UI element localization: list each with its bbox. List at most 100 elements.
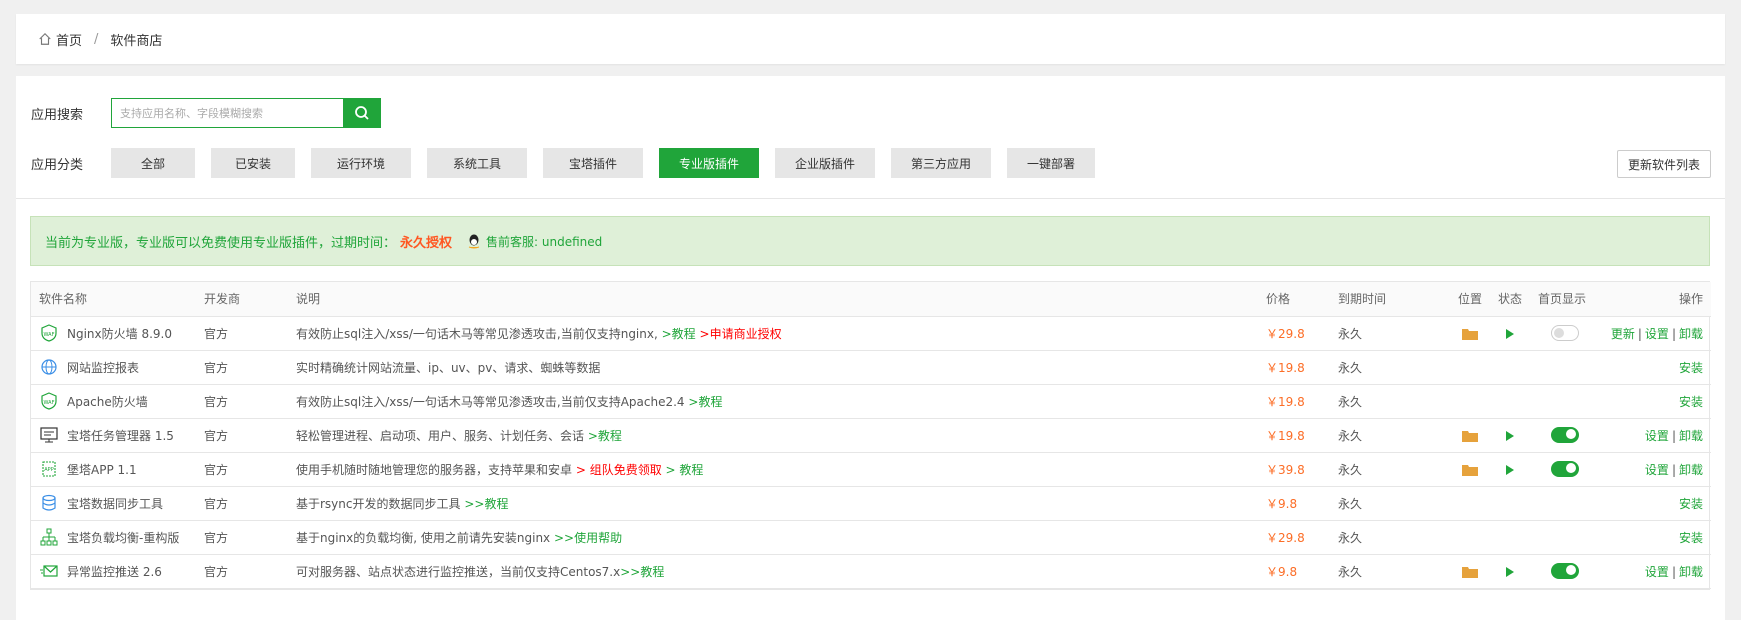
load-balance-icon [40, 528, 58, 546]
category-third-party[interactable]: 第三方应用 [891, 148, 991, 178]
row-tutorial-link[interactable]: >教程 [662, 327, 696, 341]
home-display-toggle[interactable] [1551, 563, 1579, 579]
play-icon[interactable] [1506, 464, 1514, 475]
category-enterprise-plugins[interactable]: 企业版插件 [775, 148, 875, 178]
search-button[interactable] [343, 98, 381, 128]
install-link[interactable]: 安装 [1679, 395, 1703, 409]
table-row: 宝塔数据同步工具 官方 基于rsync开发的数据同步工具 >>教程 ￥9.8 永… [31, 486, 1711, 521]
play-icon[interactable] [1506, 566, 1514, 577]
row-commercial-link[interactable]: >申请商业授权 [700, 327, 782, 341]
row-expire: 永久 [1330, 520, 1450, 555]
row-dev: 官方 [196, 486, 288, 521]
row-name: 宝塔数据同步工具 [67, 496, 164, 511]
header-ops: 操作 [1600, 282, 1711, 317]
row-team-link[interactable]: > 组队免费领取 [576, 463, 662, 477]
header-expire: 到期时间 [1330, 282, 1450, 317]
row-price: ￥19.8 [1258, 384, 1330, 419]
svg-text:WAF: WAF [44, 400, 55, 406]
home-display-toggle[interactable] [1551, 325, 1579, 341]
header-home: 首页显示 [1530, 282, 1600, 317]
uninstall-link[interactable]: 卸载 [1679, 429, 1703, 443]
row-name: Nginx防火墙 8.9.0 [67, 326, 172, 341]
table-row: WAF Nginx防火墙 8.9.0 官方 有效防止sql注入/xss/一句话木马… [31, 316, 1711, 351]
install-link[interactable]: 安装 [1679, 531, 1703, 545]
waf-shield-icon: WAF [41, 392, 57, 410]
table-row: 宝塔负载均衡-重构版 官方 基于nginx的负载均衡, 使用之前请先安装ngin… [31, 520, 1711, 555]
settings-link[interactable]: 设置 [1645, 429, 1669, 443]
row-tutorial-link[interactable]: >>教程 [620, 565, 664, 579]
breadcrumb-current: 软件商店 [110, 33, 163, 49]
category-all[interactable]: 全部 [111, 148, 195, 178]
row-name: 异常监控推送 2.6 [67, 564, 162, 579]
category-bt-plugins[interactable]: 宝塔插件 [543, 148, 643, 178]
row-expire: 永久 [1330, 350, 1450, 385]
folder-icon[interactable] [1462, 328, 1478, 340]
category-installed[interactable]: 已安装 [211, 148, 295, 178]
update-link[interactable]: 更新 [1611, 327, 1635, 341]
svg-text:APP: APP [44, 467, 53, 473]
category-one-click-deploy[interactable]: 一键部署 [1007, 148, 1095, 178]
row-tutorial-link[interactable]: > 教程 [666, 463, 704, 477]
row-tutorial-link[interactable]: >>教程 [464, 497, 508, 511]
row-name: 宝塔任务管理器 1.5 [67, 428, 174, 443]
row-price: ￥19.8 [1258, 350, 1330, 385]
uninstall-link[interactable]: 卸载 [1679, 565, 1703, 579]
search-input[interactable] [111, 98, 343, 128]
row-expire: 永久 [1330, 418, 1450, 453]
settings-link[interactable]: 设置 [1645, 327, 1669, 341]
main-panel: 应用搜索 应用分类 全部 已安装 运行环境 系统工具 宝塔插件 专业版插件 企业… [16, 76, 1725, 620]
waf-shield-icon: WAF [41, 324, 57, 342]
category-system-tools[interactable]: 系统工具 [427, 148, 527, 178]
row-desc: 基于rsync开发的数据同步工具 [296, 496, 461, 511]
row-tutorial-link[interactable]: >教程 [688, 395, 722, 409]
row-name: Apache防火墙 [67, 394, 148, 409]
refresh-list-button[interactable]: 更新软件列表 [1616, 150, 1711, 178]
row-price: ￥29.8 [1258, 316, 1330, 351]
breadcrumb-home[interactable]: 首页 [56, 30, 82, 49]
qq-icon[interactable] [466, 233, 482, 249]
settings-link[interactable]: 设置 [1645, 565, 1669, 579]
home-display-toggle[interactable] [1551, 461, 1579, 477]
settings-link[interactable]: 设置 [1645, 463, 1669, 477]
uninstall-link[interactable]: 卸载 [1679, 327, 1703, 341]
row-dev: 官方 [196, 316, 288, 351]
play-icon[interactable] [1506, 328, 1514, 339]
row-dev: 官方 [196, 520, 288, 555]
pro-notice: 当前为专业版，专业版可以免费使用专业版插件，过期时间： 永久授权 售前客服: u… [30, 216, 1710, 266]
category-pro-plugins[interactable]: 专业版插件 [659, 148, 759, 178]
mail-push-icon [40, 565, 58, 577]
svg-text:WAF: WAF [44, 332, 55, 338]
install-link[interactable]: 安装 [1679, 497, 1703, 511]
header-dev: 开发商 [196, 282, 288, 317]
table-row: 异常监控推送 2.6 官方 可对服务器、站点状态进行监控推送，当前仅支持Cent… [31, 554, 1711, 589]
row-dev: 官方 [196, 452, 288, 487]
row-dev: 官方 [196, 418, 288, 453]
row-expire: 永久 [1330, 554, 1450, 589]
row-expire: 永久 [1330, 384, 1450, 419]
row-tutorial-link[interactable]: >教程 [588, 429, 622, 443]
row-expire: 永久 [1330, 316, 1450, 351]
presale-service[interactable]: 售前客服: undefined [486, 233, 602, 250]
database-icon [42, 494, 56, 511]
row-desc: 基于nginx的负载均衡, 使用之前请先安装nginx [296, 530, 551, 545]
header-status: 状态 [1490, 282, 1530, 317]
table-row: 宝塔任务管理器 1.5 官方 轻松管理进程、启动项、用户、服务、计划任务、会话 … [31, 418, 1711, 453]
home-icon [39, 32, 51, 45]
breadcrumb: 首页 / 软件商店 [16, 14, 1725, 64]
search-label: 应用搜索 [31, 107, 84, 123]
home-display-toggle[interactable] [1551, 427, 1579, 443]
row-help-link[interactable]: >>使用帮助 [554, 531, 622, 545]
install-link[interactable]: 安装 [1679, 361, 1703, 375]
category-runtime[interactable]: 运行环境 [311, 148, 411, 178]
row-desc: 实时精确统计网站流量、ip、uv、pv、请求、蜘蛛等数据 [296, 360, 601, 375]
row-price: ￥9.8 [1258, 486, 1330, 521]
folder-icon[interactable] [1462, 430, 1478, 442]
uninstall-link[interactable]: 卸载 [1679, 463, 1703, 477]
folder-icon[interactable] [1462, 464, 1478, 476]
play-icon[interactable] [1506, 430, 1514, 441]
header-pos: 位置 [1450, 282, 1490, 317]
row-dev: 官方 [196, 350, 288, 385]
folder-icon[interactable] [1462, 566, 1478, 578]
row-desc: 使用手机随时随地管理您的服务器，支持苹果和安卓 [296, 462, 573, 477]
row-expire: 永久 [1330, 486, 1450, 521]
